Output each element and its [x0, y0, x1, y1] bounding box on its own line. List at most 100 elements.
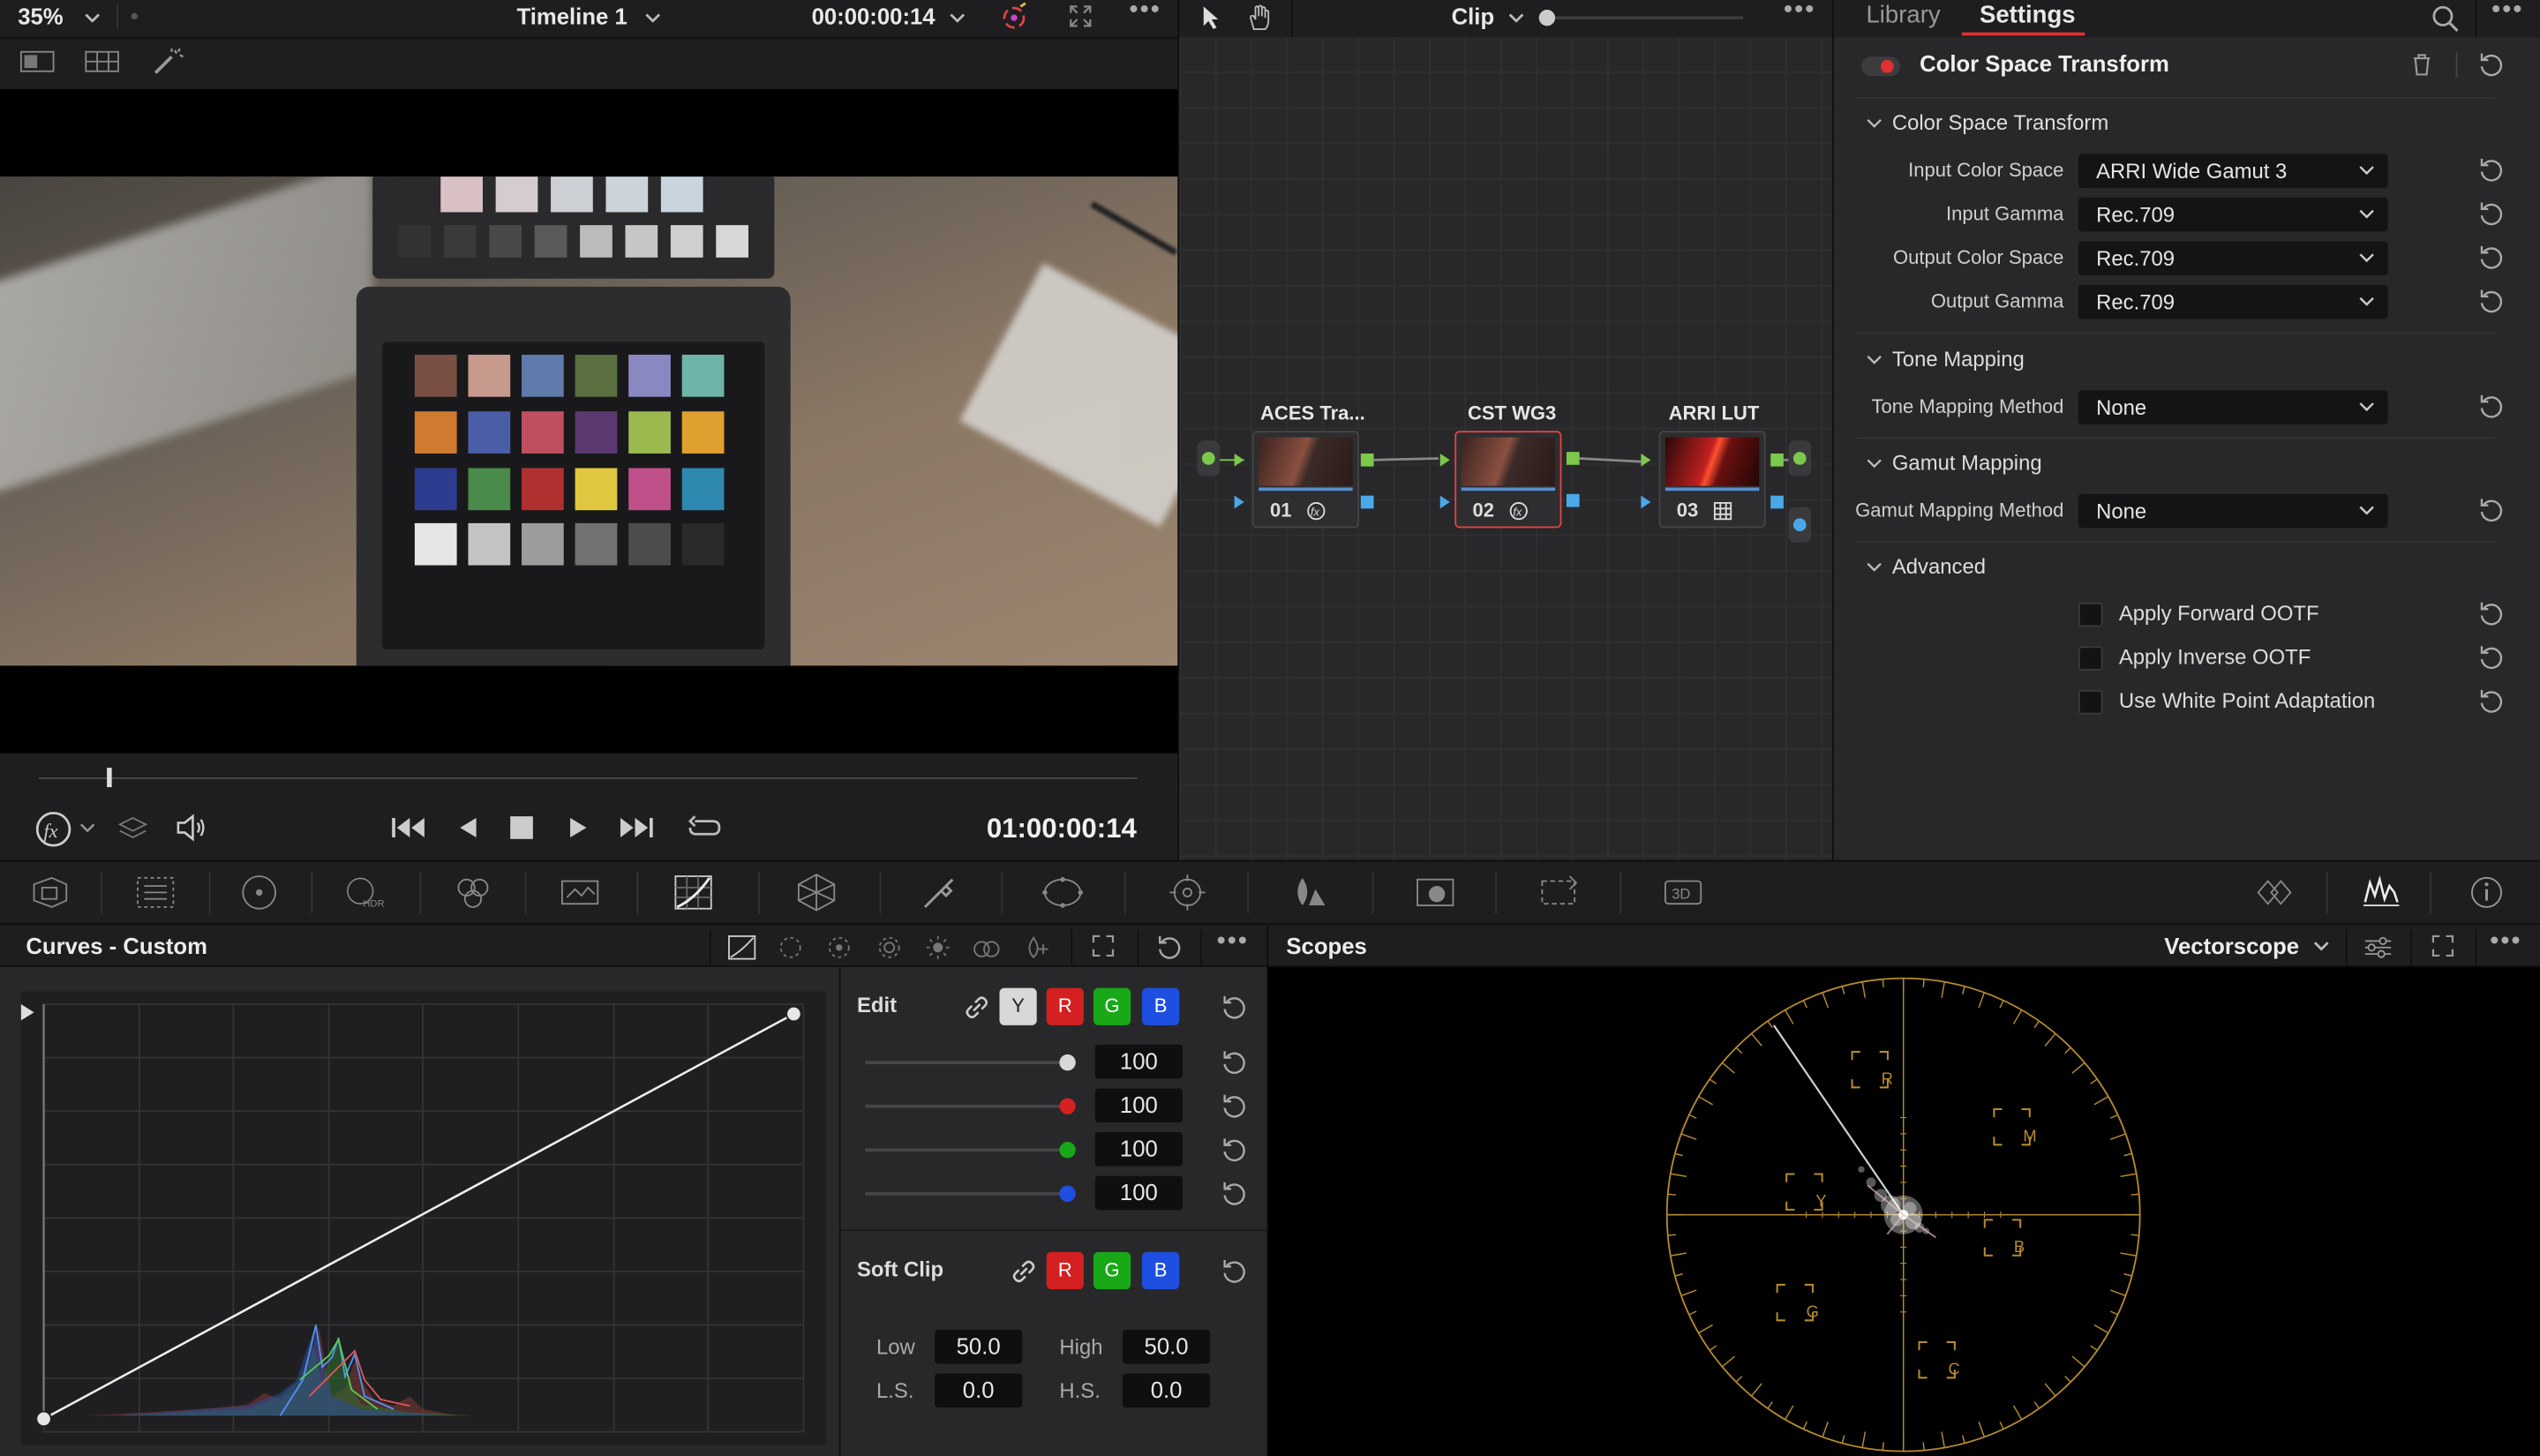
more-options-icon[interactable]: •••	[1129, 0, 1161, 26]
hs-value[interactable]: 0.0	[1123, 1373, 1211, 1408]
slider-handle-r[interactable]	[1059, 1098, 1076, 1115]
fx-icon[interactable]: fx	[34, 810, 73, 849]
loop-icon[interactable]	[685, 813, 724, 842]
more-options-icon[interactable]: •••	[2491, 0, 2523, 26]
apply-forward-ootf-checkbox[interactable]	[2078, 602, 2103, 627]
keyframes-icon[interactable]	[2255, 873, 2297, 912]
chevron-down-icon[interactable]	[2313, 941, 2329, 951]
link-icon[interactable]	[964, 994, 989, 1020]
sat-vs-sat-icon[interactable]	[972, 934, 1001, 960]
skip-to-start-icon[interactable]	[389, 813, 428, 842]
input-gamma-dropdown[interactable]: Rec.709	[2078, 197, 2388, 232]
channel-y-button[interactable]: Y	[999, 987, 1037, 1025]
reset-icon[interactable]	[1221, 1258, 1247, 1284]
chevron-down-icon[interactable]	[1865, 349, 1884, 369]
ls-value[interactable]: 0.0	[935, 1373, 1023, 1408]
search-icon[interactable]	[2428, 2, 2461, 34]
use-white-point-adaptation-checkbox[interactable]	[2078, 689, 2103, 715]
chevron-down-icon[interactable]	[81, 6, 104, 29]
rgb-mixer-icon[interactable]	[452, 873, 494, 912]
node-out-rgb[interactable]	[1566, 452, 1580, 465]
reset-icon[interactable]	[1221, 994, 1247, 1020]
gamut-mapping-method-dropdown[interactable]: None	[2078, 493, 2388, 529]
stop-icon[interactable]	[508, 814, 534, 840]
zoom-level[interactable]: 35%	[18, 4, 63, 29]
node-out-alpha[interactable]	[1360, 495, 1374, 509]
reset-icon[interactable]	[2478, 601, 2504, 627]
slider-value-y[interactable]: 100	[1094, 1044, 1183, 1079]
chevron-down-icon[interactable]	[1865, 113, 1884, 132]
key-icon[interactable]	[1414, 873, 1456, 912]
expand-icon[interactable]	[1092, 934, 1115, 957]
scope-type-dropdown[interactable]: Vectorscope	[2164, 933, 2299, 958]
node-out-alpha[interactable]	[1566, 493, 1580, 507]
section-title[interactable]: Tone Mapping	[1892, 347, 2025, 372]
reset-icon[interactable]	[2478, 394, 2504, 419]
reset-icon[interactable]	[2478, 289, 2504, 314]
timecode-main[interactable]: 01:00:00:14	[987, 813, 1137, 845]
node-01[interactable]: 01 fx	[1251, 431, 1359, 529]
soft-clip-b-button[interactable]: B	[1142, 1251, 1180, 1290]
sat-vs-lum-icon[interactable]	[1022, 934, 1051, 960]
chevron-down-icon[interactable]	[78, 818, 97, 837]
chevron-down-icon[interactable]	[642, 6, 665, 29]
camera-raw-icon[interactable]	[29, 873, 71, 912]
tone-mapping-method-dropdown[interactable]: None	[2078, 390, 2388, 424]
chevron-down-icon[interactable]	[1865, 454, 1884, 473]
low-value[interactable]: 50.0	[935, 1329, 1023, 1364]
info-icon[interactable]	[2466, 873, 2508, 912]
channel-b-button[interactable]: B	[1142, 987, 1180, 1025]
magic-wand-icon[interactable]	[151, 45, 186, 78]
single-viewer-icon[interactable]	[18, 49, 56, 74]
slider-track-y[interactable]	[865, 1061, 1070, 1064]
reset-icon[interactable]	[2478, 201, 2504, 227]
node-out-alpha[interactable]	[1770, 495, 1784, 509]
node-03[interactable]: 03	[1658, 431, 1766, 529]
input-color-space-dropdown[interactable]: ARRI Wide Gamut 3	[2078, 154, 2388, 188]
qualifier-icon[interactable]	[919, 873, 961, 912]
scrub-bar[interactable]	[39, 777, 1138, 779]
channel-g-button[interactable]: G	[1093, 987, 1131, 1025]
slider-value-b[interactable]: 100	[1094, 1175, 1183, 1211]
reset-icon[interactable]	[1157, 934, 1183, 960]
section-title[interactable]: Color Space Transform	[1892, 110, 2108, 135]
gallery-icon[interactable]	[83, 49, 122, 74]
trash-icon[interactable]	[2408, 52, 2434, 78]
node-out-rgb[interactable]	[1360, 453, 1374, 467]
slider-value-r[interactable]: 100	[1094, 1088, 1183, 1123]
slider-track-b[interactable]	[865, 1191, 1070, 1196]
hue-vs-hue-icon[interactable]	[776, 934, 805, 960]
playhead[interactable]	[107, 768, 112, 788]
more-options-icon[interactable]: •••	[1216, 928, 1248, 957]
slider-track-g[interactable]	[865, 1148, 1070, 1152]
slider-handle-y[interactable]	[1059, 1054, 1076, 1071]
layers-icon[interactable]	[116, 813, 149, 842]
hdr-wheels-icon[interactable]: HDR	[343, 873, 386, 912]
chevron-down-icon[interactable]	[1865, 557, 1884, 576]
hue-vs-sat-icon[interactable]	[824, 934, 853, 960]
reset-icon[interactable]	[1221, 1181, 1247, 1206]
output-color-space-dropdown[interactable]: Rec.709	[2078, 241, 2388, 276]
scopes-icon[interactable]	[2360, 873, 2402, 912]
color-match-icon[interactable]	[134, 873, 177, 912]
reset-icon[interactable]	[2478, 157, 2504, 183]
color-warper-icon[interactable]	[795, 873, 838, 912]
play-reverse-icon[interactable]	[455, 813, 481, 842]
motion-effects-icon[interactable]	[559, 873, 601, 912]
reset-icon[interactable]	[1221, 1049, 1247, 1075]
soft-clip-g-button[interactable]: G	[1093, 1251, 1131, 1290]
tracker-icon[interactable]	[1167, 873, 1209, 912]
channel-r-button[interactable]: R	[1046, 987, 1084, 1025]
expand-icon[interactable]	[2431, 934, 2454, 957]
sizing-icon[interactable]	[1537, 873, 1580, 912]
curves-icon[interactable]	[673, 873, 715, 912]
scope-settings-icon[interactable]	[2363, 934, 2393, 960]
window-icon[interactable]	[1041, 873, 1084, 912]
soft-clip-r-button[interactable]: R	[1046, 1251, 1084, 1290]
expand-icon[interactable]	[1066, 4, 1095, 29]
section-title[interactable]: Advanced	[1892, 554, 1986, 579]
node-02[interactable]: 02 fx	[1454, 431, 1562, 529]
apply-inverse-ootf-checkbox[interactable]	[2078, 646, 2103, 671]
slider-handle-b[interactable]	[1059, 1185, 1076, 1202]
slider-value-g[interactable]: 100	[1094, 1132, 1183, 1167]
